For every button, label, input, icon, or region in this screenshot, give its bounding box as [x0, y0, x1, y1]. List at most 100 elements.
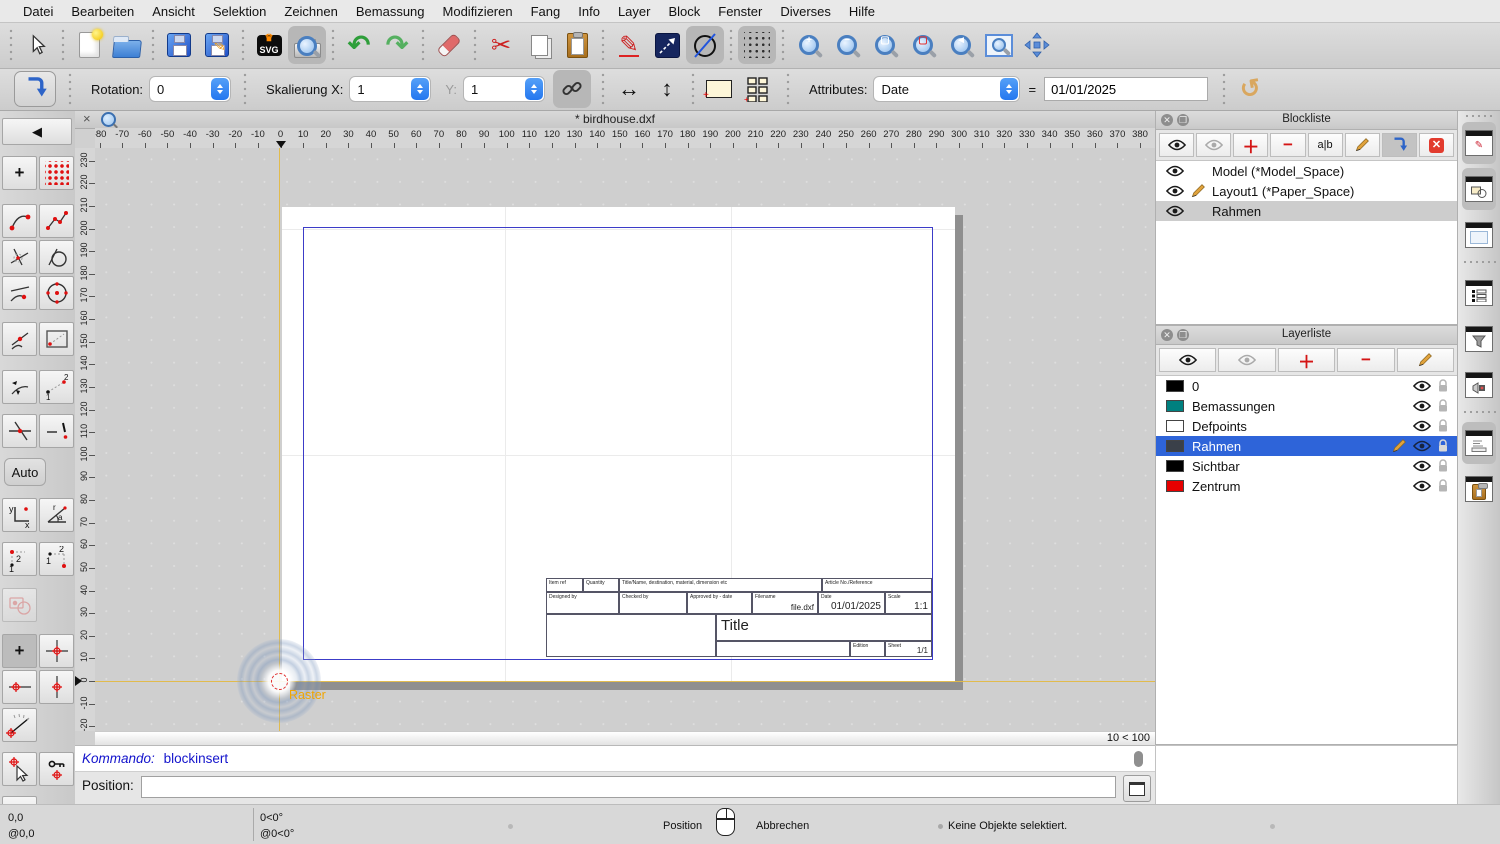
- layer-row-rahmen[interactable]: Rahmen: [1156, 436, 1457, 456]
- move-relative-zero-v-button[interactable]: [39, 670, 74, 704]
- snap-reference-button[interactable]: [39, 322, 74, 356]
- layer-lock-icon[interactable]: [1437, 439, 1449, 453]
- layer-lock-icon[interactable]: [1437, 419, 1449, 433]
- snap-free-button[interactable]: +: [2, 156, 37, 190]
- copy-button[interactable]: [520, 26, 558, 64]
- zoom-out-button[interactable]: −: [828, 26, 866, 64]
- command-line-window-toggle-button[interactable]: [1462, 422, 1496, 464]
- menu-bemassung[interactable]: Bemassung: [347, 4, 434, 19]
- angle-indicator-button[interactable]: [2, 708, 37, 742]
- snap-endpoints-button[interactable]: [2, 204, 37, 238]
- edit-block-button[interactable]: [1344, 133, 1380, 157]
- layer-visibility-eye-icon[interactable]: [1413, 420, 1431, 432]
- add-block-button[interactable]: ＋: [1233, 133, 1269, 157]
- link-scale-toggle[interactable]: [552, 70, 591, 108]
- zoom-back-button[interactable]: ◄: [942, 26, 980, 64]
- detach-command-window-button[interactable]: [1123, 775, 1151, 802]
- block-list-window-toggle-button[interactable]: [1462, 168, 1496, 210]
- paste-button[interactable]: [558, 26, 596, 64]
- menu-ansicht[interactable]: Ansicht: [143, 4, 204, 19]
- property-editor-window-toggle-button[interactable]: ✎: [1462, 122, 1496, 164]
- insert-block-tool-button[interactable]: [14, 71, 56, 107]
- preview-window-toggle-button[interactable]: [1462, 214, 1496, 256]
- layer-visibility-eye-icon[interactable]: [1413, 480, 1431, 492]
- hide-all-eye-button[interactable]: [1218, 348, 1276, 372]
- ref-points-next-button[interactable]: 21: [2, 542, 37, 576]
- add-layer-button[interactable]: ＋: [1277, 348, 1336, 372]
- snap-auto-button[interactable]: Auto: [4, 458, 46, 486]
- menu-layer[interactable]: Layer: [609, 4, 660, 19]
- clipboard-window-toggle-button[interactable]: [1462, 468, 1496, 510]
- flip-vertical-button[interactable]: ↕: [648, 70, 686, 108]
- layer-lock-icon[interactable]: [1437, 379, 1449, 393]
- snap-middle-button[interactable]: [2, 322, 37, 356]
- pointer-button[interactable]: [18, 26, 56, 64]
- eraser-button[interactable]: [430, 26, 468, 64]
- scale-y-spinner[interactable]: 1: [462, 76, 545, 102]
- dock-strip-handle[interactable]: [1464, 114, 1494, 118]
- library-browser-window-toggle-button[interactable]: [1462, 364, 1496, 406]
- layer-row-0[interactable]: 0: [1156, 376, 1457, 396]
- snap-center-button[interactable]: [39, 276, 74, 310]
- snap-intersection-button[interactable]: [2, 240, 37, 274]
- command-scrollbar[interactable]: [1134, 751, 1143, 767]
- layer-list-window-toggle-button[interactable]: [1462, 272, 1496, 314]
- show-all-eye-button[interactable]: [1159, 348, 1217, 372]
- snap-intersection-manual-button[interactable]: [2, 414, 37, 448]
- layer-lock-icon[interactable]: [1437, 399, 1449, 413]
- position-input[interactable]: [141, 776, 1116, 798]
- snap-nothing-button[interactable]: [39, 414, 74, 448]
- edit-layer-button[interactable]: [1396, 348, 1455, 372]
- zoom-previous-button[interactable]: ▢: [904, 26, 942, 64]
- restrict-orthogonal-button[interactable]: [2, 370, 37, 404]
- save-as-button[interactable]: ✎: [198, 26, 236, 64]
- attribute-value-input[interactable]: [1044, 77, 1209, 101]
- open-file-button[interactable]: [108, 26, 146, 64]
- array-insert-button[interactable]: +: [738, 70, 776, 108]
- snap-tangent-button[interactable]: [39, 240, 74, 274]
- draw-circle-button[interactable]: [686, 26, 724, 64]
- menu-datei[interactable]: Datei: [14, 4, 62, 19]
- layer-row-zentrum[interactable]: Zentrum: [1156, 476, 1457, 496]
- menu-diverses[interactable]: Diverses: [771, 4, 840, 19]
- menu-info[interactable]: Info: [569, 4, 609, 19]
- shape-select-disabled-button[interactable]: [2, 588, 37, 622]
- snap-on-entity-button[interactable]: [39, 204, 74, 238]
- attribute-select[interactable]: Date: [873, 76, 1021, 102]
- snap-grid-button[interactable]: [39, 156, 74, 190]
- show-all-eye-button[interactable]: [1159, 133, 1195, 157]
- zoom-window-button[interactable]: [980, 26, 1018, 64]
- scale-x-spinner[interactable]: 1: [349, 76, 432, 102]
- coord-cartesian-button[interactable]: yx: [2, 498, 37, 532]
- reset-toolbar-button[interactable]: ↺: [1231, 70, 1269, 108]
- insert-block-button[interactable]: [1381, 133, 1417, 157]
- block-row-rahmen[interactable]: Rahmen: [1156, 201, 1457, 221]
- command-line[interactable]: Kommando: blockinsert: [75, 745, 1155, 772]
- zoom-in-button[interactable]: +: [790, 26, 828, 64]
- menu-fenster[interactable]: Fenster: [709, 4, 771, 19]
- print-preview-button[interactable]: [288, 26, 326, 64]
- drawing-canvas[interactable]: Item ref Quantity Title/Name, destinatio…: [95, 148, 1155, 731]
- draw-pen-button[interactable]: ✎: [610, 26, 648, 64]
- menu-modifizieren[interactable]: Modifizieren: [434, 4, 522, 19]
- block-visibility-eye-icon[interactable]: [1166, 165, 1190, 177]
- menu-bearbeiten[interactable]: Bearbeiten: [62, 4, 143, 19]
- new-file-button[interactable]: [70, 26, 108, 64]
- pick-coordinate-button[interactable]: [2, 752, 37, 786]
- scale-y-stepper[interactable]: [524, 78, 543, 100]
- snap-points-order-button[interactable]: 12: [39, 370, 74, 404]
- block-visibility-eye-icon[interactable]: [1166, 205, 1190, 217]
- set-relative-zero-button[interactable]: [39, 634, 74, 668]
- attribute-select-chevrons[interactable]: [1000, 78, 1019, 100]
- menu-hilfe[interactable]: Hilfe: [840, 4, 884, 19]
- flip-horizontal-button[interactable]: ↔: [610, 70, 648, 108]
- grid-toggle-button[interactable]: [738, 26, 776, 64]
- move-relative-zero-h-button[interactable]: [2, 670, 37, 704]
- single-insert-button[interactable]: +: [700, 70, 738, 108]
- relative-zero-free-button[interactable]: +: [2, 634, 37, 668]
- ref-points-prev-button[interactable]: 12: [39, 542, 74, 576]
- zoom-pan-button[interactable]: [1018, 26, 1056, 64]
- layer-row-defpoints[interactable]: Defpoints: [1156, 416, 1457, 436]
- remove-block-button[interactable]: −: [1270, 133, 1306, 157]
- snap-distance-button[interactable]: [2, 276, 37, 310]
